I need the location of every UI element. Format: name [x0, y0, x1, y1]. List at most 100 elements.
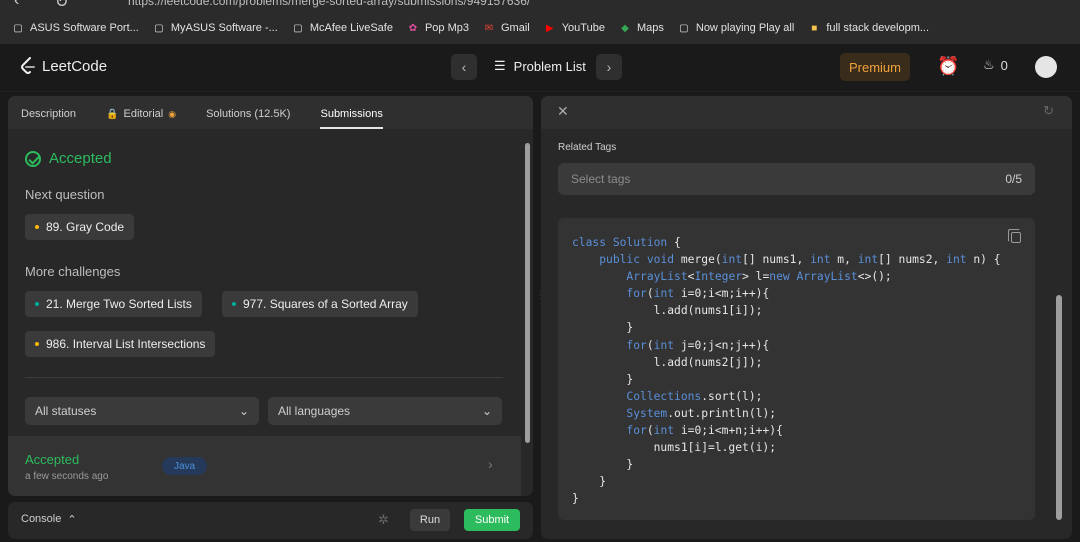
- url-text[interactable]: https://leetcode.com/problems/merge-sort…: [128, 0, 530, 8]
- code-text: class Solution { public void merge(int[]…: [572, 234, 1001, 508]
- code-line: class Solution {: [572, 236, 681, 249]
- premium-button[interactable]: Premium: [840, 53, 910, 81]
- pop-icon: ✿: [408, 22, 418, 34]
- challenge-chip[interactable]: 21. Merge Two Sorted Lists: [25, 291, 202, 317]
- submission-row[interactable]: Accepted a few seconds ago Java ›: [8, 436, 521, 496]
- right-panel-header: ✕ ↻: [541, 96, 1072, 129]
- chevron-down-icon: ⌄: [238, 404, 249, 418]
- code-line: for(int i=0;i<m+n;i++){: [626, 424, 783, 438]
- next-problem-button[interactable]: ›: [596, 54, 622, 80]
- list-icon: ☰: [494, 58, 506, 73]
- chevron-left-icon: ‹: [461, 59, 467, 75]
- streak-count: 0: [1000, 57, 1008, 73]
- problem-list-button[interactable]: ☰ Problem List: [494, 58, 586, 74]
- bookmark-item[interactable]: ▶ YouTube: [544, 22, 605, 34]
- submission-status: Accepted: [25, 452, 80, 467]
- tags-placeholder: Select tags: [571, 172, 631, 186]
- tag-count: 0/5: [1005, 172, 1022, 186]
- left-scrollbar[interactable]: [523, 131, 531, 491]
- bookmark-item[interactable]: ✿ Pop Mp3: [407, 22, 469, 34]
- code-line: for(int i=0;i<m;i++){: [626, 287, 770, 301]
- divider: [25, 377, 503, 378]
- status-filter-select[interactable]: All statuses ⌄: [25, 397, 259, 425]
- bookmark-item[interactable]: ▢ McAfee LiveSafe: [292, 22, 393, 34]
- alarm-icon[interactable]: ⏰: [937, 56, 959, 77]
- more-challenges-label: More challenges: [25, 264, 121, 279]
- gmail-icon: ✉: [484, 22, 494, 34]
- difficulty-dot: [35, 225, 39, 229]
- difficulty-dot: [232, 302, 236, 306]
- difficulty-dot: [35, 302, 39, 306]
- leetcode-logo[interactable]: LeetCode: [20, 57, 107, 75]
- run-button[interactable]: Run: [410, 509, 450, 531]
- fire-icon: ♨: [983, 57, 995, 72]
- chevron-right-icon: ›: [488, 456, 493, 472]
- code-line: public void merge(int[] nums1, int m, in…: [599, 253, 1001, 267]
- accepted-label: Accepted: [49, 150, 112, 167]
- accepted-status: Accepted: [25, 150, 112, 167]
- back-icon[interactable]: ‹: [14, 0, 19, 8]
- bookmark-item[interactable]: ▢ Now playing Play all: [678, 22, 794, 34]
- lock-icon: 🔒: [106, 108, 119, 120]
- bookmark-item[interactable]: ▢ MyASUS Software -...: [153, 22, 278, 34]
- address-bar[interactable]: ‹ ↻ https://leetcode.com/problems/merge-…: [0, 0, 1080, 8]
- close-icon[interactable]: ✕: [557, 103, 569, 120]
- code-line: l.add(nums1[i]);: [572, 304, 763, 318]
- page-icon: ▢: [13, 22, 23, 34]
- prev-problem-button[interactable]: ‹: [451, 54, 477, 80]
- code-line: }: [572, 321, 634, 335]
- page-icon: ▢: [293, 22, 303, 34]
- top-nav: LeetCode ‹ ☰ Problem List › Premium ⏰ ♨ …: [0, 44, 1080, 92]
- tab-solutions[interactable]: Solutions (12.5K): [206, 108, 290, 129]
- copy-icon[interactable]: [1008, 229, 1021, 243]
- difficulty-dot: [35, 342, 39, 346]
- page-icon: ▢: [679, 22, 689, 34]
- bookmark-item[interactable]: ✉ Gmail: [483, 22, 530, 34]
- tab-submissions[interactable]: Submissions: [320, 108, 383, 129]
- tab-editorial[interactable]: 🔒 Editorial ◉: [106, 108, 176, 129]
- code-block: class Solution { public void merge(int[]…: [558, 218, 1035, 520]
- refresh-icon[interactable]: ↻: [1043, 103, 1054, 119]
- streak-counter[interactable]: ♨ 0: [983, 57, 1008, 73]
- challenge-chip[interactable]: 986. Interval List Intersections: [25, 331, 216, 357]
- console-toggle[interactable]: Console ⌃: [21, 513, 77, 526]
- logo-text: LeetCode: [42, 57, 108, 75]
- youtube-icon: ▶: [545, 22, 554, 34]
- browser-bar: ‹ ↻ https://leetcode.com/problems/merge-…: [0, 0, 1080, 44]
- code-line: ArrayList<Integer> l=new ArrayList<>();: [626, 270, 892, 284]
- next-question-chip[interactable]: 89. Gray Code: [25, 214, 135, 240]
- code-line: l.add(nums2[j]);: [572, 355, 763, 369]
- reload-icon[interactable]: ↻: [55, 0, 68, 8]
- tags-select[interactable]: Select tags 0/5: [558, 163, 1035, 195]
- code-line: System.out.println(l);: [626, 406, 777, 420]
- scrollbar-thumb[interactable]: [525, 143, 530, 443]
- scrollbar-thumb[interactable]: [1056, 295, 1062, 520]
- left-panel: Description 🔒 Editorial ◉ Solutions (12.5K…: [8, 96, 533, 496]
- challenge-chip[interactable]: 977. Squares of a Sorted Array: [222, 291, 418, 317]
- code-line: for(int j=0;j<n;j++){: [626, 338, 770, 352]
- bookmark-item[interactable]: ◆ Maps: [619, 22, 664, 34]
- code-line: }: [572, 372, 634, 386]
- code-line: }: [572, 458, 634, 472]
- eye-icon: ◉: [168, 108, 177, 119]
- debug-icon[interactable]: ✲: [378, 512, 389, 528]
- submit-button[interactable]: Submit: [464, 509, 520, 531]
- language-filter-select[interactable]: All languages ⌄: [268, 397, 502, 425]
- code-line: }: [572, 492, 579, 506]
- tab-description[interactable]: Description: [21, 108, 76, 129]
- folder-icon: ■: [811, 22, 818, 34]
- code-line: }: [572, 475, 607, 489]
- chevron-up-icon: ⌃: [67, 514, 77, 526]
- related-tags-label: Related Tags: [558, 142, 617, 153]
- check-circle-icon: [25, 150, 41, 167]
- maps-icon: ◆: [621, 22, 629, 34]
- page-icon: ▢: [154, 22, 164, 34]
- language-badge: Java: [162, 457, 208, 475]
- leetcode-logo-icon: [21, 57, 35, 74]
- submission-time: a few seconds ago: [25, 471, 109, 482]
- right-panel: ✕ ↻ Related Tags Select tags 0/5 class S…: [541, 96, 1072, 539]
- bookmark-item[interactable]: ▢ ASUS Software Port...: [12, 22, 139, 34]
- right-scrollbar[interactable]: [1055, 285, 1063, 525]
- bookmark-item[interactable]: ■ full stack developm...: [808, 22, 929, 34]
- avatar[interactable]: [1035, 56, 1057, 78]
